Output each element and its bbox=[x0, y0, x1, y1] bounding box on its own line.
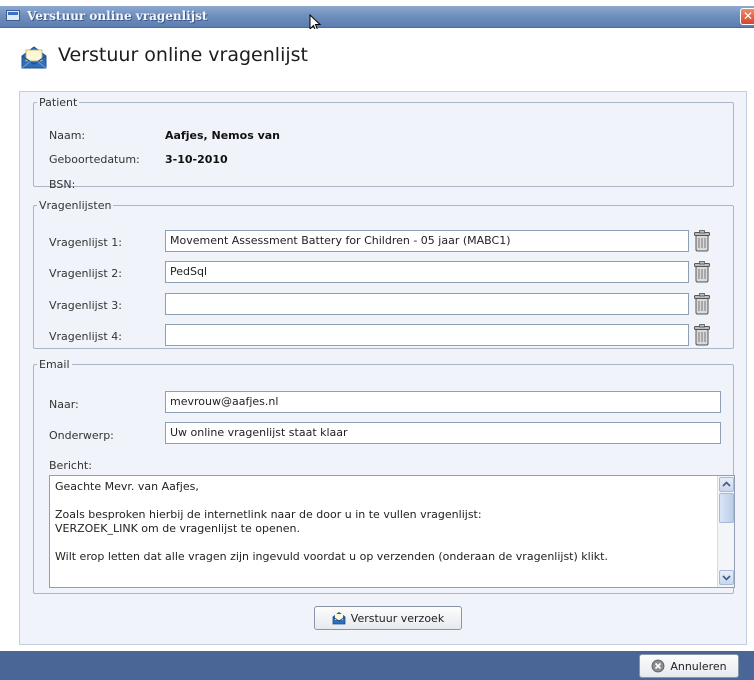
main-panel: Patient Naam: Aafjes, Nemos van Geboorte… bbox=[19, 91, 747, 645]
bsn-label: BSN: bbox=[49, 178, 76, 191]
questionnaire-2-field[interactable]: PedSql bbox=[165, 261, 689, 283]
message-line: Wilt erop letten dat alle vragen zijn in… bbox=[55, 550, 608, 563]
questionnaire-2-label: Vragenlijst 2: bbox=[49, 267, 122, 280]
scroll-down-button[interactable] bbox=[719, 570, 734, 585]
cancel-button[interactable]: Annuleren bbox=[639, 654, 739, 678]
title-bar[interactable]: Verstuur online vragenlijst ✕ bbox=[0, 6, 754, 28]
patient-legend: Patient bbox=[39, 96, 78, 109]
cancel-icon bbox=[651, 659, 665, 673]
footer-bar: Annuleren bbox=[0, 651, 754, 680]
questionnaires-legend: Vragenlijsten bbox=[39, 199, 112, 212]
trash-icon[interactable] bbox=[693, 324, 711, 346]
email-legend: Email bbox=[39, 358, 70, 371]
dialog-window: Verstuur online vragenlijst ✕ Verstuur o… bbox=[0, 0, 754, 680]
window-title: Verstuur online vragenlijst bbox=[27, 9, 208, 23]
questionnaires-group: Vragenlijsten Vragenlijst 1: Movement As… bbox=[33, 199, 734, 349]
message-scrollbar[interactable] bbox=[717, 476, 734, 587]
dialog-body: Verstuur online vragenlijst Patient Naam… bbox=[0, 29, 754, 651]
to-field[interactable]: mevrouw@aafjes.nl bbox=[165, 391, 721, 413]
page-title: Verstuur online vragenlijst bbox=[58, 44, 308, 66]
message-label: Bericht: bbox=[49, 459, 92, 472]
trash-icon[interactable] bbox=[693, 261, 711, 283]
cancel-label: Annuleren bbox=[670, 659, 727, 673]
message-line bbox=[55, 494, 709, 508]
dob-value: 3-10-2010 bbox=[165, 153, 228, 166]
subject-field[interactable]: Uw online vragenlijst staat klaar bbox=[165, 422, 721, 444]
message-body: Geachte Mevr. van Aafjes, Zoals besproke… bbox=[55, 480, 709, 564]
patient-group: Patient Naam: Aafjes, Nemos van Geboorte… bbox=[33, 96, 734, 191]
name-value: Aafjes, Nemos van bbox=[165, 129, 280, 142]
questionnaire-4-label: Vragenlijst 4: bbox=[49, 330, 122, 343]
envelope-icon bbox=[332, 612, 346, 625]
chevron-up-icon bbox=[722, 481, 731, 487]
app-window-icon bbox=[6, 10, 20, 21]
send-request-label: Verstuur verzoek bbox=[350, 611, 445, 625]
questionnaire-1-label: Vragenlijst 1: bbox=[49, 236, 122, 249]
questionnaire-1-field[interactable]: Movement Assessment Battery for Children… bbox=[165, 230, 689, 252]
send-request-button[interactable]: Verstuur verzoek bbox=[314, 606, 462, 630]
message-line bbox=[55, 536, 709, 550]
envelope-icon bbox=[21, 46, 47, 69]
to-label: Naar: bbox=[49, 398, 79, 411]
trash-icon[interactable] bbox=[693, 293, 711, 315]
questionnaire-3-field[interactable] bbox=[165, 293, 689, 315]
scroll-up-button[interactable] bbox=[719, 477, 734, 492]
questionnaire-3-label: Vragenlijst 3: bbox=[49, 299, 122, 312]
chevron-down-icon bbox=[722, 575, 731, 581]
scroll-thumb[interactable] bbox=[719, 493, 734, 523]
trash-icon[interactable] bbox=[693, 230, 711, 252]
message-line: VERZOEK_LINK om de vragenlijst te openen… bbox=[55, 522, 300, 535]
close-button[interactable]: ✕ bbox=[740, 8, 754, 25]
dob-label: Geboortedatum: bbox=[49, 153, 140, 166]
subject-label: Onderwerp: bbox=[49, 429, 114, 442]
questionnaire-4-field[interactable] bbox=[165, 324, 689, 346]
message-line: Zoals besproken hierbij de internetlink … bbox=[55, 508, 482, 521]
message-textarea[interactable]: Geachte Mevr. van Aafjes, Zoals besproke… bbox=[49, 475, 735, 588]
name-label: Naam: bbox=[49, 129, 86, 142]
email-group: Email Naar: mevrouw@aafjes.nl Onderwerp:… bbox=[33, 358, 735, 594]
message-line: Geachte Mevr. van Aafjes, bbox=[55, 480, 199, 493]
